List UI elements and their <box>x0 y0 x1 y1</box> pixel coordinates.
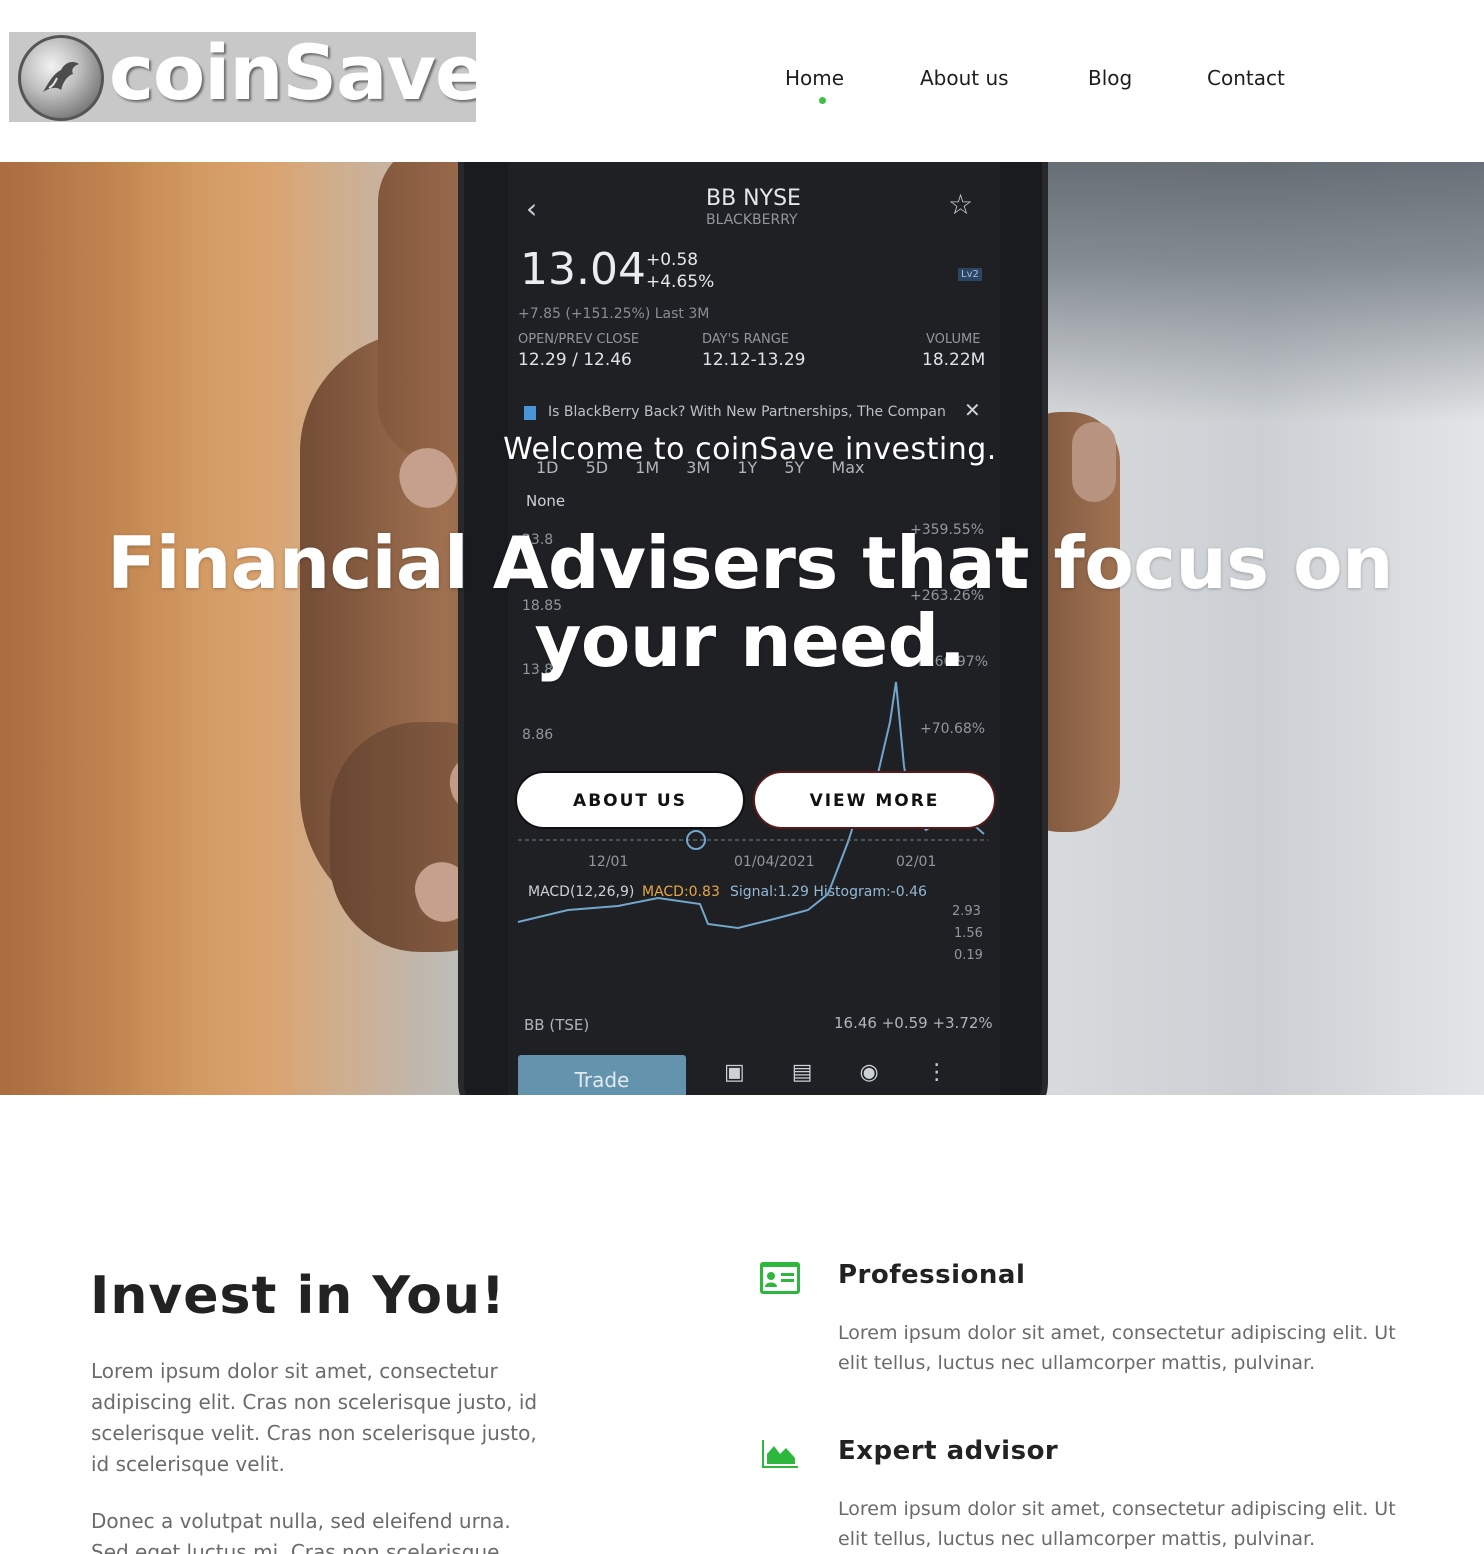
hero-headline: Financial Advisers that focus on your ne… <box>107 521 1393 683</box>
nav-item-contact[interactable]: Contact <box>1207 66 1285 90</box>
nav-active-indicator <box>819 97 826 104</box>
nav-item-home[interactable]: Home <box>785 66 844 90</box>
about-us-button[interactable]: ABOUT US <box>515 771 745 829</box>
feature-title: Professional <box>838 1260 1026 1290</box>
nav-item-blog[interactable]: Blog <box>1088 66 1132 90</box>
feature-text: Lorem ipsum dolor sit amet, consectetur … <box>838 1498 1396 1550</box>
area-chart-icon <box>762 1440 798 1472</box>
section-title: Invest in You! <box>90 1266 506 1326</box>
nav-item-about-us[interactable]: About us <box>920 66 1009 90</box>
hero-welcome: Welcome to coinSave investing. <box>503 432 997 467</box>
site-header: coinSave Home About us Blog Contact <box>0 0 1484 162</box>
intro-paragraph: Donec a volutpat nulla, sed eleifend urn… <box>91 1509 511 1554</box>
view-more-button[interactable]: VIEW MORE <box>753 771 996 829</box>
feature-title: Expert advisor <box>838 1436 1059 1466</box>
hero-banner: ‹ BB NYSE BLACKBERRY ☆ 13.04 +0.58 +4.65… <box>0 162 1484 1095</box>
id-card-icon <box>760 1262 800 1298</box>
feature-text: Lorem ipsum dolor sit amet, consectetur … <box>838 1322 1396 1374</box>
main-nav: Home About us Blog Contact <box>0 66 1484 106</box>
intro-paragraph: Lorem ipsum dolor sit amet, consectetur … <box>91 1359 538 1476</box>
